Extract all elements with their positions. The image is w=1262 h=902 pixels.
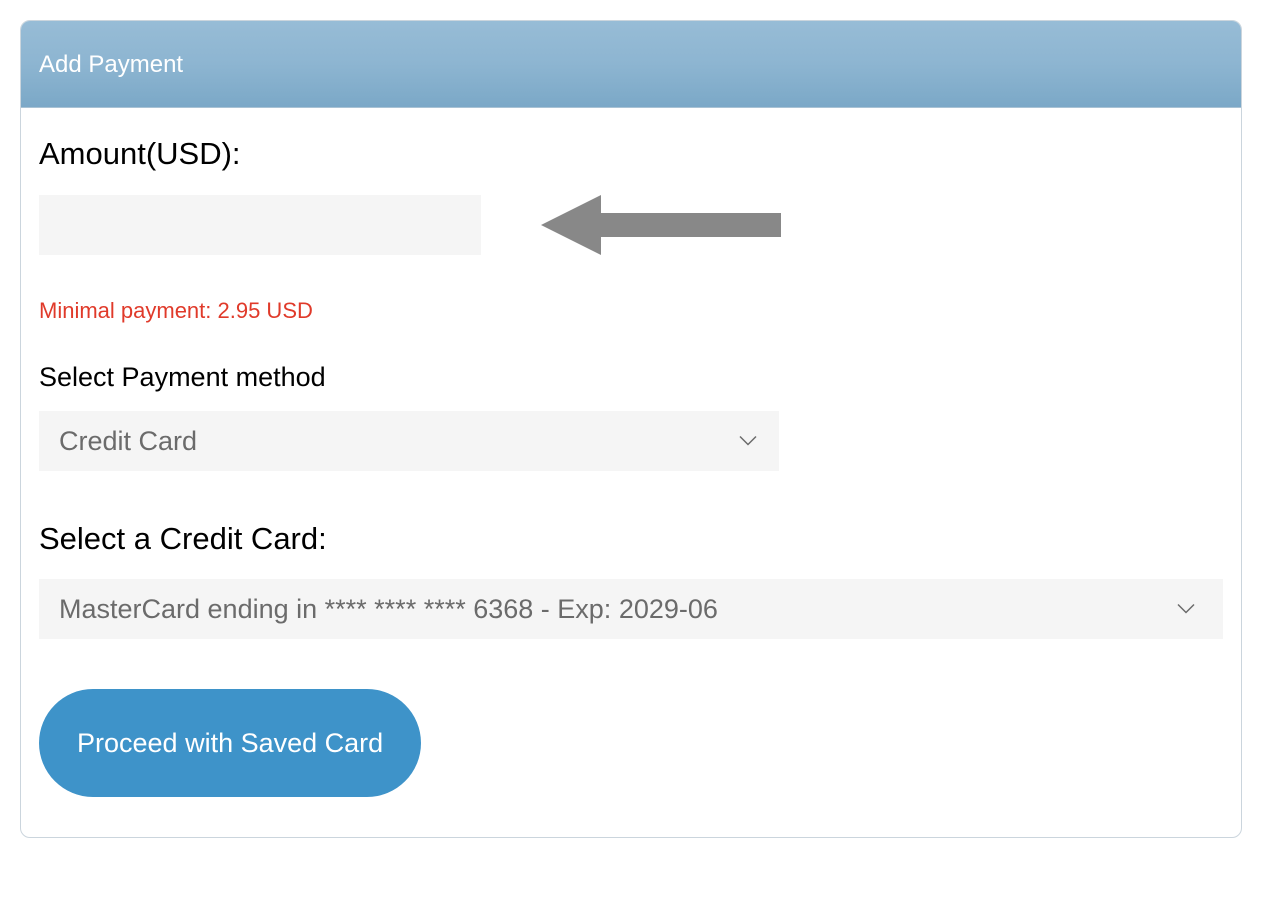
payment-method-label: Select Payment method [39, 362, 1223, 393]
credit-card-select[interactable]: MasterCard ending in **** **** **** 6368… [39, 579, 1223, 639]
amount-label: Amount(USD): [39, 136, 1223, 172]
credit-card-select-wrap: MasterCard ending in **** **** **** 6368… [39, 579, 1223, 639]
amount-row [39, 190, 1223, 260]
payment-method-select[interactable]: Credit Card [39, 411, 779, 471]
payment-method-select-wrap: Credit Card [39, 411, 1223, 471]
amount-input[interactable] [39, 195, 481, 255]
select-credit-card-label: Select a Credit Card: [39, 521, 1223, 557]
arrow-left-icon [541, 190, 781, 260]
proceed-saved-card-button[interactable]: Proceed with Saved Card [39, 689, 421, 797]
minimal-payment-text: Minimal payment: 2.95 USD [39, 298, 1223, 324]
add-payment-panel: Add Payment Amount(USD): Minimal payment… [20, 20, 1242, 838]
panel-title: Add Payment [21, 21, 1241, 108]
panel-body: Amount(USD): Minimal payment: 2.95 USD S… [21, 108, 1241, 837]
